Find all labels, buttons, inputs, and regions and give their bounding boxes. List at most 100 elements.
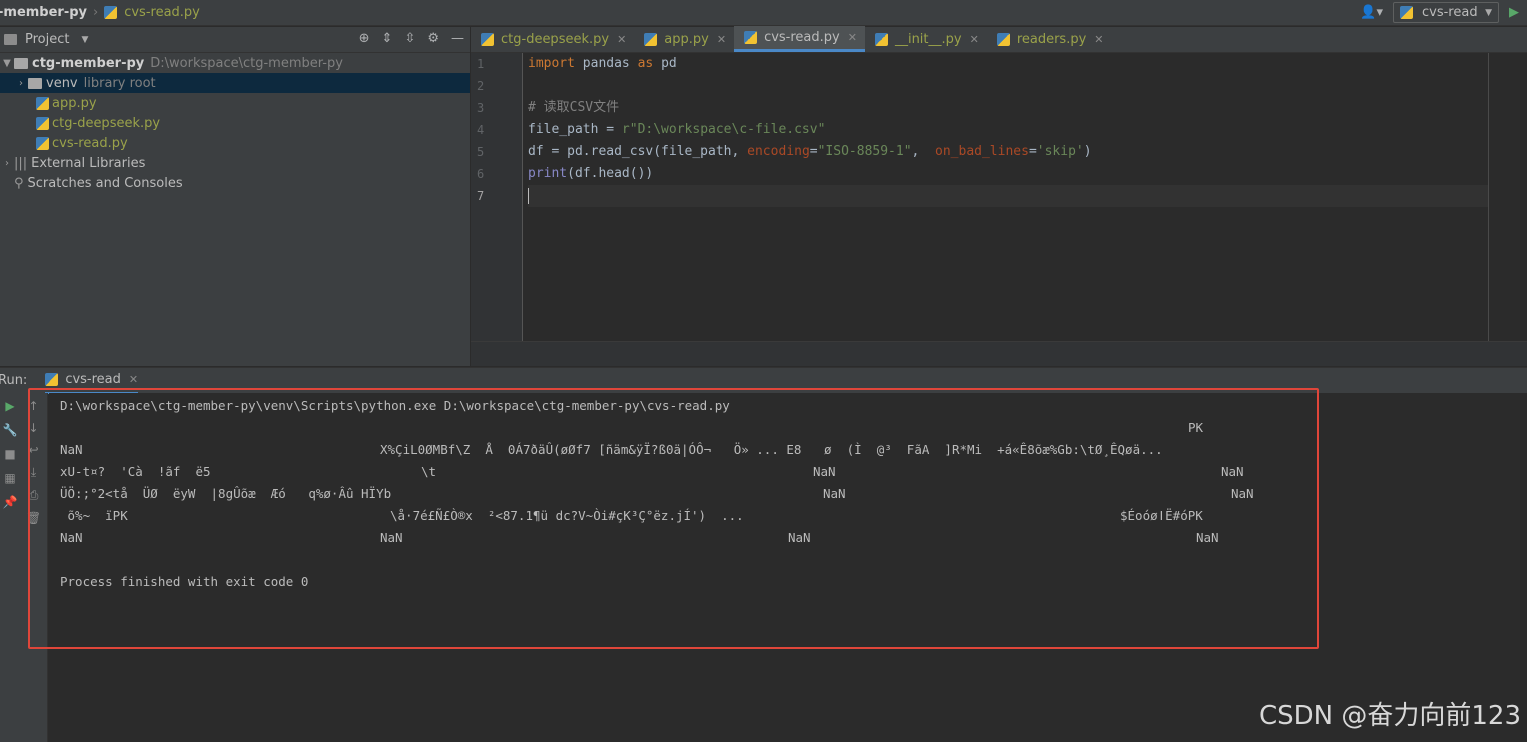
project-panel-tools: ⊕ ⇕ ⇳ ⚙ — [359,31,464,46]
line-number: 7 [477,189,485,203]
tree-item-file[interactable]: cvs-read.py [0,133,470,153]
breadcrumb-file-label: cvs-read.py [124,5,200,20]
code-editor[interactable]: import pandas as pd # 读取CSV文件 file_path … [528,53,1488,207]
editor-breadcrumb-bar [471,341,1527,366]
arrow-down-icon[interactable]: ↓ [28,421,38,435]
run-tab-label: cvs-read [65,372,121,387]
collapse-arrow-icon[interactable]: › [14,78,28,89]
project-panel-title[interactable]: Project [25,32,69,47]
run-icon[interactable]: ▶ [1509,5,1519,20]
tab-run-cvs-read[interactable]: cvs-read ✕ [45,368,139,394]
tree-item-external-libraries[interactable]: › ||| External Libraries [0,153,470,173]
console-output: õ%~ ïPK [60,508,128,523]
console-output: NaN [788,530,811,545]
trash-icon[interactable]: 🗑 [26,511,41,525]
code-text: df = pd.read_csv(file_path, [528,144,748,159]
chevron-down-icon[interactable]: ▼ [81,35,88,45]
chevron-down-icon: ▼ [1485,7,1492,18]
file-name: ctg-deepseek.py [52,115,161,131]
console-output: NaN [1196,530,1219,545]
python-file-icon [996,32,1010,46]
rerun-icon[interactable]: ▶ [5,399,14,413]
project-panel: Project ▼ ⊕ ⇕ ⇳ ⚙ — ▼ ctg-member-py D:\w… [0,27,470,366]
console-output: NaN [823,486,846,501]
wrench-icon[interactable]: 🔧 [3,423,18,437]
console-output: NaN [1221,464,1244,479]
layout-icon[interactable]: ▦ [4,471,15,485]
console-output: NaN [60,442,83,457]
tab-label: cvs-read.py [764,30,840,45]
code-line: file_path = r"D:\workspace\c-file.csv" [528,119,1488,141]
console-toolbar: ↑ ↓ ↩ ⤓ ⎙ 🗑 [20,393,48,742]
run-config-select[interactable]: cvs-read ▼ [1393,2,1499,23]
tab-init[interactable]: __init__.py ✕ [865,26,987,52]
close-icon[interactable]: ✕ [717,33,726,46]
code-line-current [528,185,1488,207]
console-output: PK [1188,420,1204,435]
code-line: df = pd.read_csv(file_path, encoding="IS… [528,141,1488,163]
gear-icon[interactable]: ⚙ [427,31,439,46]
scratches-icon: ⚲ [14,175,24,191]
tree-item-venv[interactable]: › venv library root [0,73,470,93]
tree-item-root[interactable]: ▼ ctg-member-py D:\workspace\ctg-member-… [0,53,470,73]
breadcrumb-file[interactable]: cvs-read.py [104,5,200,20]
console-output: \å·7é£Ñ£Ò®x ²<87.1¶ü dc?V~Òi#çK³Ç°ëz.jÍ'… [390,508,744,523]
python-file-icon [874,32,888,46]
tree-item-file[interactable]: app.py [0,93,470,113]
tree-item-file[interactable]: ctg-deepseek.py [0,113,470,133]
locate-icon[interactable]: ⊕ [359,31,370,46]
console-process-finished: Process finished with exit code 0 [60,574,309,589]
keyword-argument: encoding [747,144,810,159]
line-number: 6 [477,167,485,181]
tab-readers[interactable]: readers.py ✕ [987,26,1112,52]
code-text: = [809,144,818,159]
console-output: X%ÇiL0ØMBf\Z Å 0Á7ðäÛ(øØf7 [ñäm&ÿÏ?ß0ä|Ó… [380,442,1163,457]
venv-hint: library root [83,75,156,91]
breadcrumb-project[interactable]: -member-py [0,5,87,20]
code-comment: # 读取CSV文件 [528,100,620,115]
tree-item-scratches[interactable]: ⚲ Scratches and Consoles [0,173,470,193]
console-output: \t [421,464,437,479]
run-config-label: cvs-read [1422,5,1478,20]
print-icon[interactable]: ⎙ [29,488,39,503]
user-icon[interactable]: 👤▾ [1360,5,1383,20]
run-console[interactable]: D:\workspace\ctg-member-py\venv\Scripts\… [49,393,1527,742]
minimize-icon[interactable]: — [451,31,464,46]
editor-area: ctg-deepseek.py ✕ app.py ✕ cvs-read.py ✕… [471,26,1527,366]
scratches-label: Scratches and Consoles [27,175,183,191]
close-icon[interactable]: ✕ [129,373,138,386]
expand-arrow-icon[interactable]: ▼ [0,58,14,69]
expand-all-icon[interactable]: ⇕ [382,31,393,46]
run-label: Run: [0,373,28,388]
line-number: 2 [477,79,485,93]
close-icon[interactable]: ✕ [617,33,626,46]
code-text: file_path = [528,122,622,137]
close-icon[interactable]: ✕ [848,31,857,44]
pin-icon[interactable]: 📌 [3,495,18,509]
arrow-up-icon[interactable]: ↑ [28,399,38,413]
navigation-bar: -member-py › cvs-read.py 👤▾ cvs-read ▼ ▶ [0,0,1527,26]
code-text: pd [653,56,677,71]
console-output: NaN [813,464,836,479]
close-icon[interactable]: ✕ [970,33,979,46]
string-literal: 'skip' [1036,144,1084,159]
tab-app[interactable]: app.py ✕ [634,26,734,52]
tab-label: ctg-deepseek.py [501,31,610,47]
python-file-icon [744,31,758,44]
scroll-to-end-icon[interactable]: ⤓ [31,465,36,480]
collapse-all-icon[interactable]: ⇳ [404,31,415,46]
venv-name: venv [46,75,78,91]
tab-label: __init__.py [894,31,962,47]
console-command: D:\workspace\ctg-member-py\venv\Scripts\… [60,398,730,413]
code-line: # 读取CSV文件 [528,97,1488,119]
console-output: ÜÖ:;°2<tå ÜØ ëyW |8gÛõæ Æó q%ø·Âû HÏYb [60,486,392,501]
collapse-arrow-icon[interactable]: › [0,158,14,169]
run-left-toolbar: ▶ 🔧 ■ ▦ 📌 [0,393,20,742]
stop-icon[interactable]: ■ [4,447,15,461]
code-text: = [1028,144,1037,159]
close-icon[interactable]: ✕ [1094,33,1103,46]
line-number-gutter: 1 2 3 4 5 6 7 [471,53,523,341]
tab-cvs-read[interactable]: cvs-read.py ✕ [734,26,865,52]
soft-wrap-icon[interactable]: ↩ [28,443,38,457]
tab-ctg-deepseek[interactable]: ctg-deepseek.py ✕ [471,26,634,52]
